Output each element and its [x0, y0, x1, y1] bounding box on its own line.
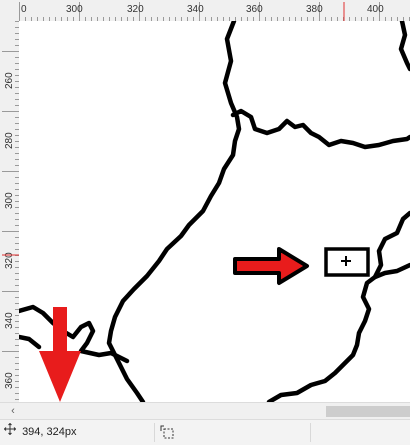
cursor-position-text: 394, 324px	[22, 426, 77, 438]
move-cross-icon	[3, 420, 17, 445]
ruler-label: 360	[246, 4, 263, 15]
scroll-thumb[interactable]	[326, 406, 410, 417]
horizontal-scrollbar[interactable]: ‹	[0, 402, 410, 420]
horizontal-ruler[interactable]: 0 300 320 340 360 380 400	[19, 0, 410, 22]
status-divider	[310, 423, 311, 442]
arrow-right-icon	[233, 247, 309, 285]
ruler-label: 320	[127, 4, 144, 15]
arrow-down-icon	[39, 307, 81, 402]
ruler-label: 360	[4, 372, 15, 389]
ruler-label: 300	[66, 4, 83, 15]
cursor-position: 394, 324px	[3, 420, 77, 445]
selection-size-icon	[160, 425, 174, 439]
ruler-label: 340	[4, 312, 15, 329]
map-outline	[19, 21, 410, 402]
image-canvas[interactable]	[19, 21, 410, 402]
ruler-label: 0	[21, 4, 27, 15]
ruler-label: 260	[4, 72, 15, 89]
ruler-label: 400	[367, 4, 384, 15]
ruler-label: 320	[4, 252, 15, 269]
vertical-ruler[interactable]: 260 280 300 320 340 360	[0, 21, 20, 402]
ruler-label: 300	[4, 192, 15, 209]
status-bar: 394, 324px	[0, 419, 410, 445]
ruler-corner	[0, 0, 20, 22]
scroll-left-button[interactable]: ‹	[6, 403, 20, 420]
ruler-label: 340	[187, 4, 204, 15]
ruler-label: 280	[4, 132, 15, 149]
status-divider	[154, 423, 155, 442]
ruler-label: 380	[306, 4, 323, 15]
